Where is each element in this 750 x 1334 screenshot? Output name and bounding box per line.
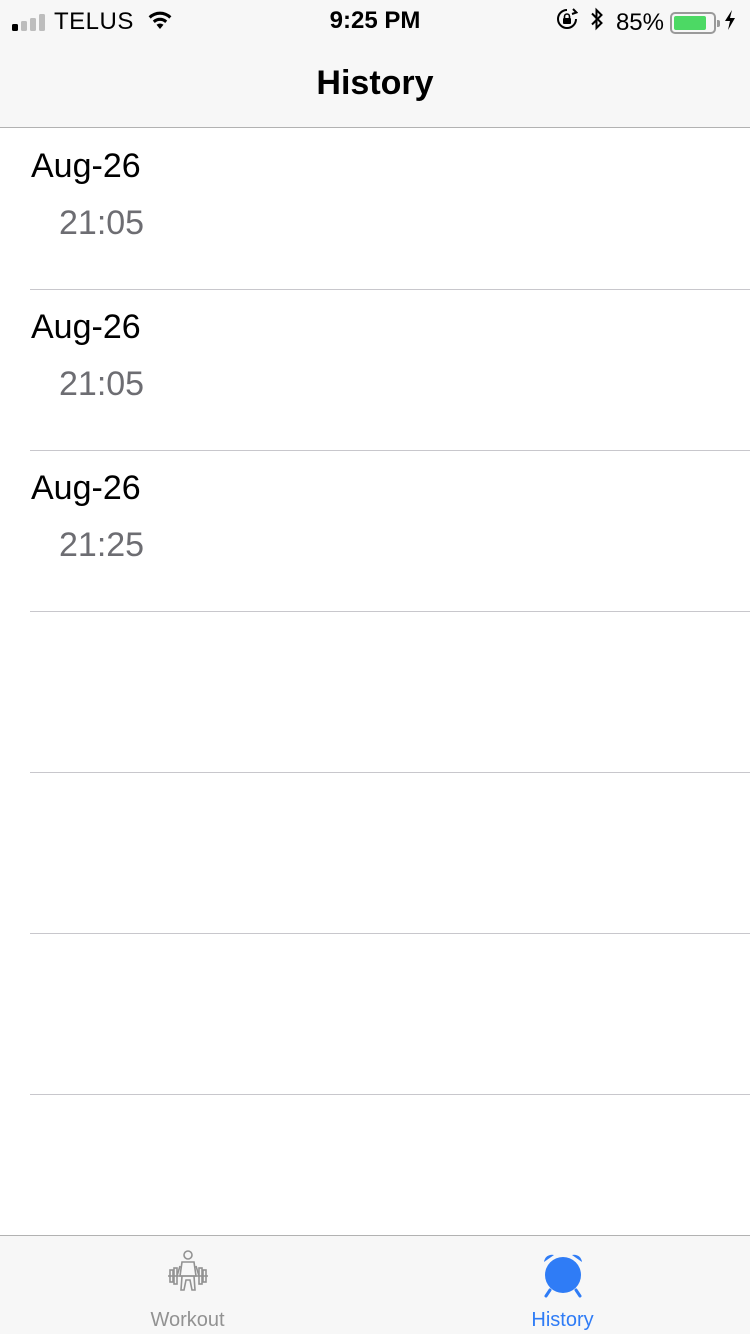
table-row[interactable] [0,612,750,773]
row-time: 21:25 [59,526,145,564]
charging-bolt-icon [724,9,736,37]
weightlifter-icon [165,1250,211,1303]
battery-level-fill [674,15,707,30]
row-time: 21:05 [59,204,145,242]
table-row[interactable] [0,934,750,1095]
tab-history-label: History [531,1309,594,1331]
history-table[interactable]: Aug-26 21:05 Aug-26 21:05 Aug-26 21:25 [0,129,750,1095]
row-date: Aug-26 [31,308,141,346]
row-time: 21:05 [59,365,145,403]
battery-icon [670,11,720,34]
navigation-bar: History [0,40,750,128]
row-date: Aug-26 [31,469,141,507]
row-separator [30,1094,750,1095]
page-title: History [316,64,434,102]
alarm-clock-icon [540,1250,586,1303]
tab-workout-label: Workout [150,1309,225,1331]
table-row[interactable]: Aug-26 21:05 [0,290,750,451]
status-right: 85% [556,7,736,38]
table-row[interactable]: Aug-26 21:05 [0,129,750,290]
tab-workout[interactable]: Workout [0,1236,375,1334]
rotation-lock-icon [556,8,579,37]
status-bar: TELUS 9:25 PM 85% [0,0,750,40]
tab-bar: Workout History [0,1235,750,1334]
table-row[interactable] [0,773,750,934]
table-row[interactable]: Aug-26 21:25 [0,451,750,612]
bluetooth-icon [590,7,604,38]
history-screen: TELUS 9:25 PM 85% History Aug-26 21:05 A… [0,0,750,1334]
tab-history[interactable]: History [375,1236,750,1334]
row-date: Aug-26 [31,147,141,185]
battery-percent: 85% [615,8,664,36]
